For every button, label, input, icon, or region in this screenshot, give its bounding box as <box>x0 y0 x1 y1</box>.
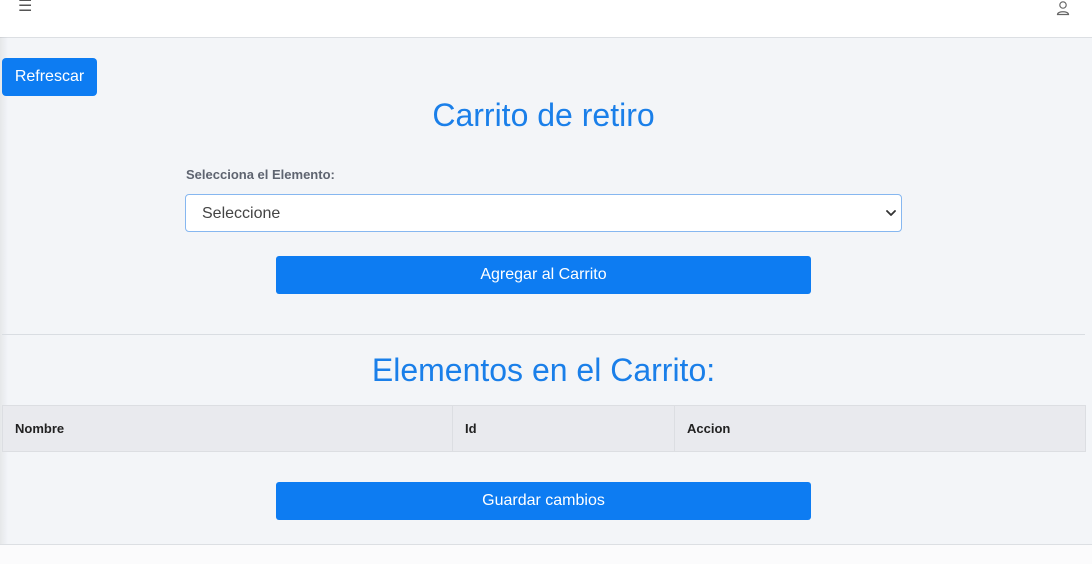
column-header-accion: Accion <box>674 405 1086 452</box>
refresh-button[interactable]: Refrescar <box>2 58 97 96</box>
chevron-down-icon <box>886 210 896 216</box>
column-header-nombre: Nombre <box>2 405 453 452</box>
footer-bar <box>0 544 1092 564</box>
save-changes-button[interactable]: Guardar cambios <box>276 482 811 520</box>
top-bar: ☰ <box>0 0 1092 38</box>
cart-table: Nombre Id Accion <box>2 405 1086 452</box>
element-select-label: Selecciona el Elemento: <box>186 167 335 182</box>
page-title: Carrito de retiro <box>432 97 655 133</box>
element-select[interactable]: Seleccione <box>185 194 902 232</box>
cart-title: Elementos en el Carrito: <box>371 352 716 388</box>
table-header-row: Nombre Id Accion <box>2 405 1086 452</box>
column-header-id: Id <box>452 405 675 452</box>
user-icon[interactable] <box>1055 0 1071 16</box>
hamburger-icon[interactable]: ☰ <box>18 0 32 15</box>
section-divider <box>2 334 1085 335</box>
element-select-value: Seleccione <box>202 205 281 222</box>
add-to-cart-button[interactable]: Agregar al Carrito <box>276 256 811 294</box>
